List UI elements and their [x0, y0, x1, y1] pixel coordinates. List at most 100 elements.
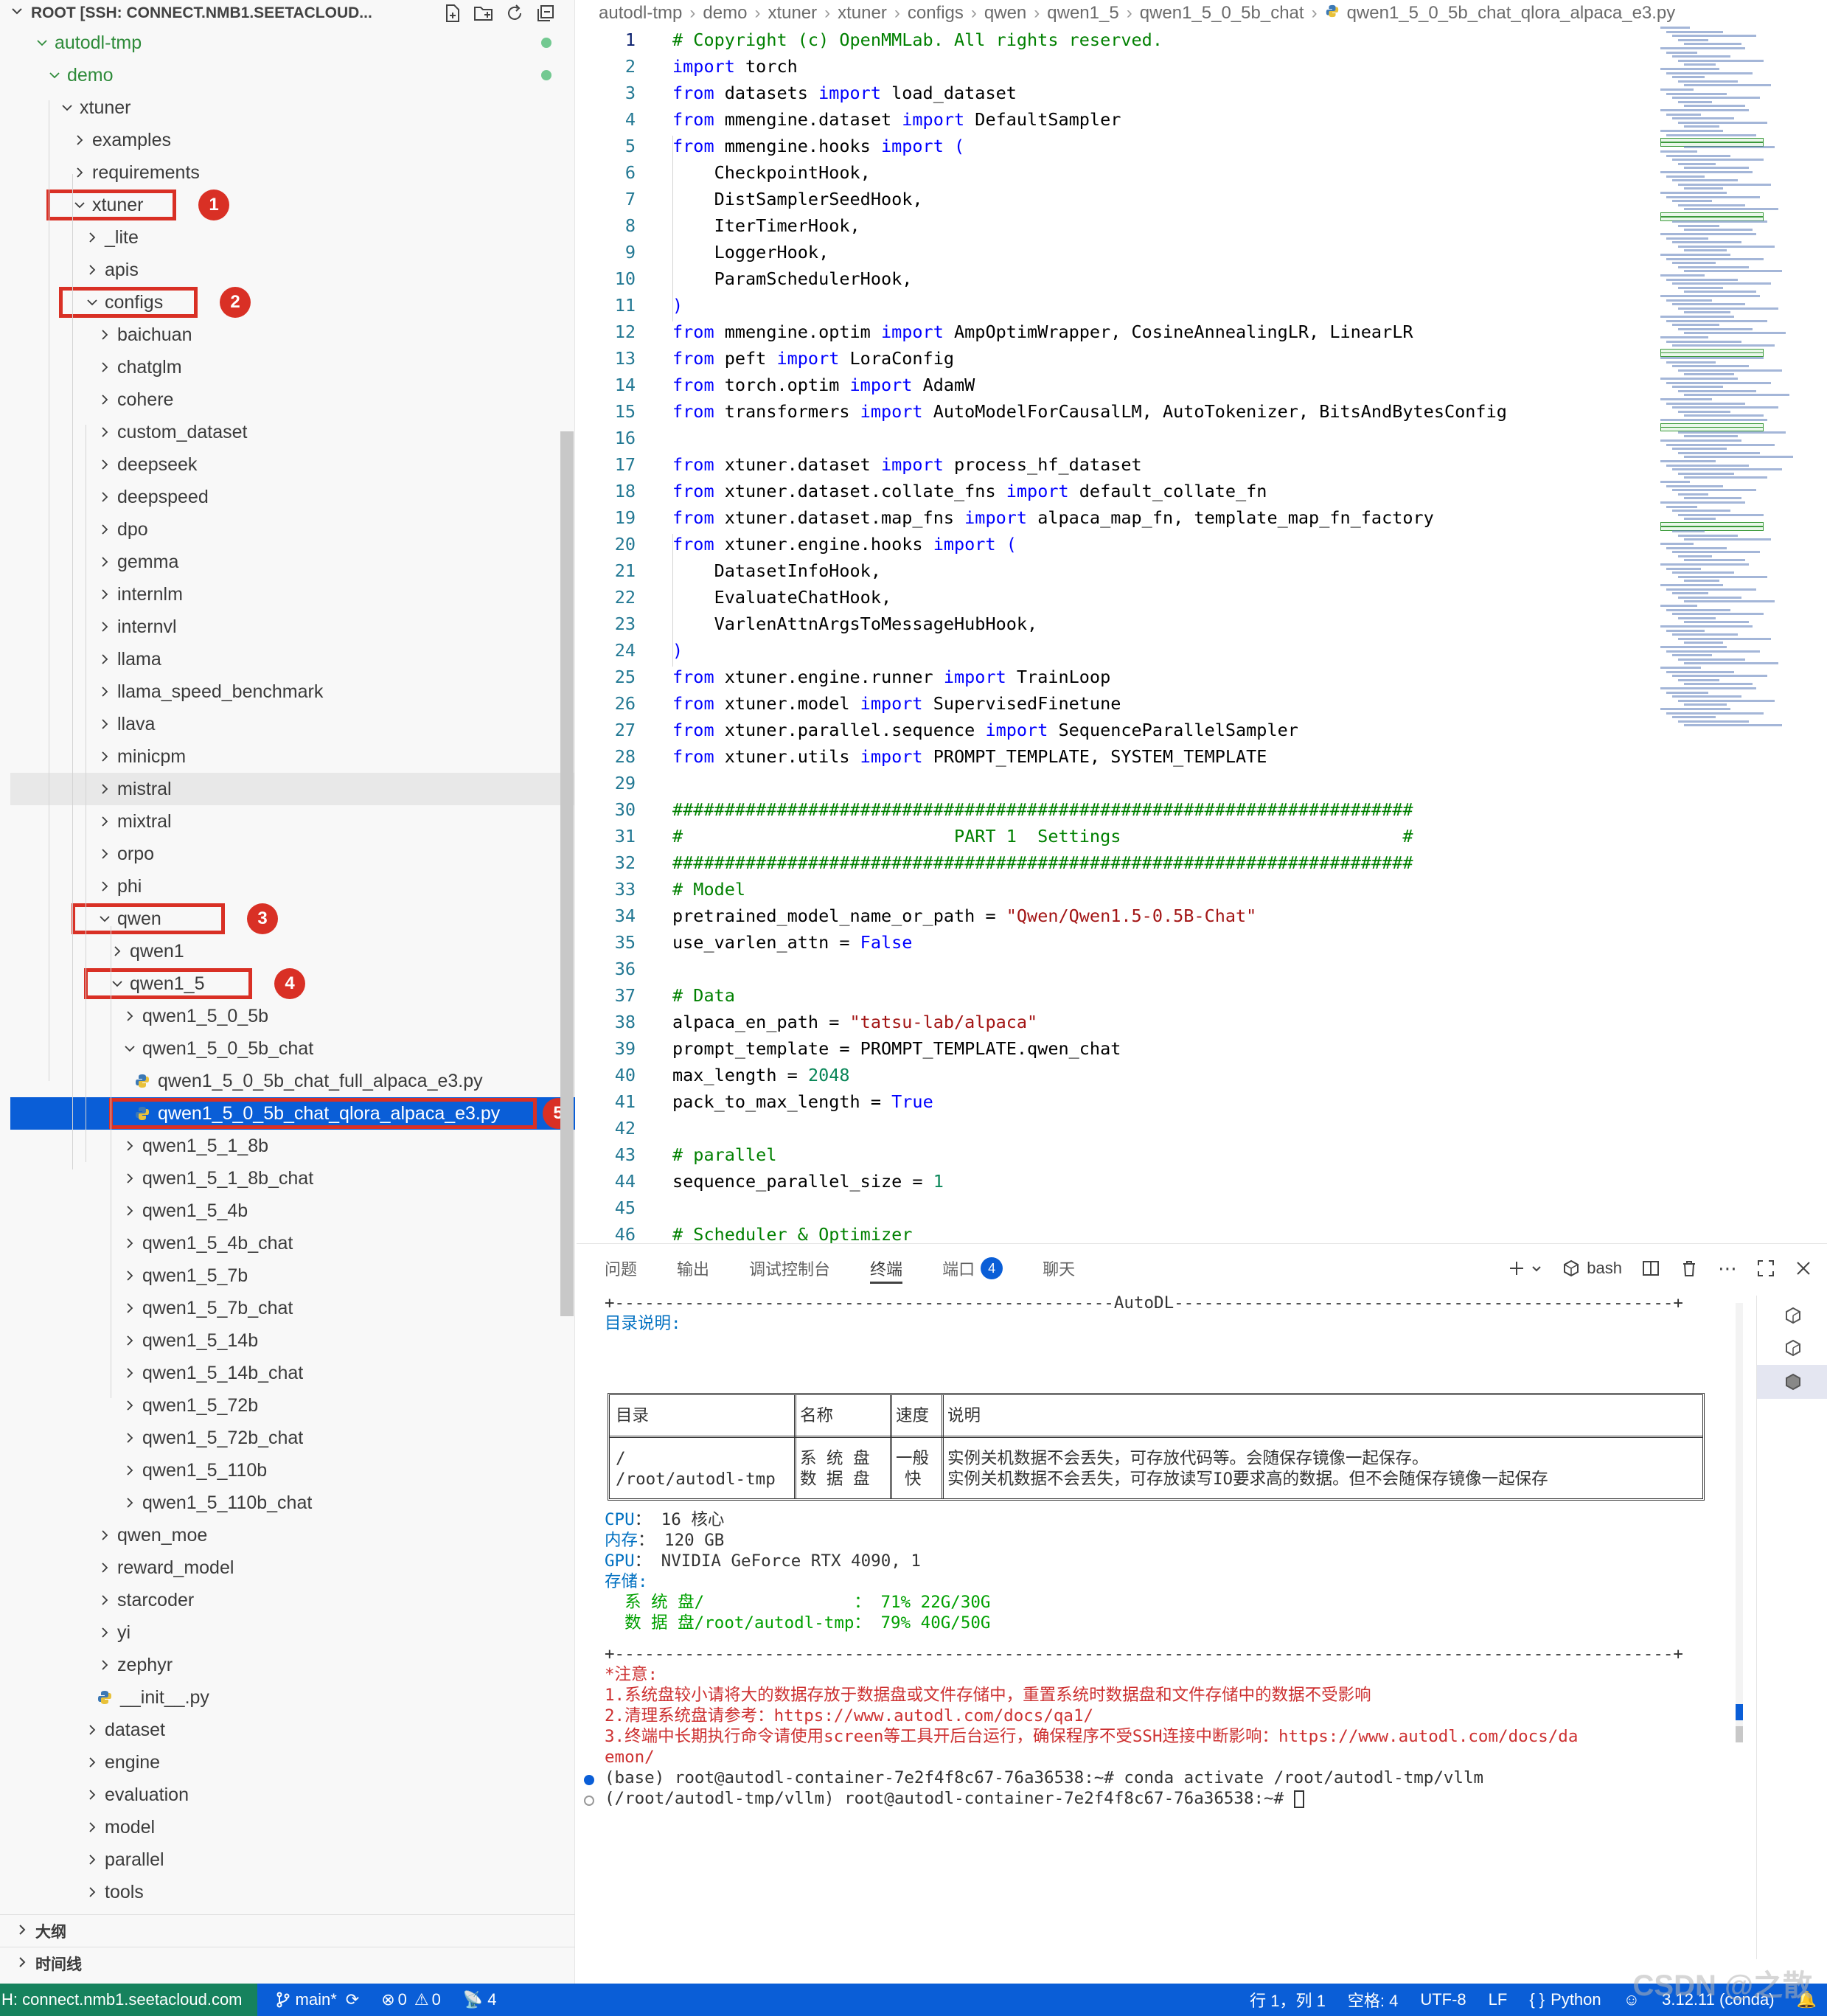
- sync-icon[interactable]: ⟳: [346, 1990, 359, 2009]
- tree-scrollbar[interactable]: [560, 431, 574, 1316]
- tree-folder[interactable]: mixtral: [10, 805, 575, 838]
- panel-tab[interactable]: 聊天: [1043, 1244, 1075, 1293]
- code-line[interactable]: 14 from torch.optim import AdamW: [577, 372, 1653, 398]
- code-line[interactable]: 13 from peft import LoraConfig: [577, 345, 1653, 372]
- tree-folder[interactable]: engine: [10, 1746, 575, 1779]
- tree-folder[interactable]: demo: [10, 59, 575, 91]
- tree-folder[interactable]: zephyr: [10, 1649, 575, 1681]
- breadcrumb-item[interactable]: qwen1_5_0_5b_chat: [1140, 3, 1304, 24]
- breadcrumb-item[interactable]: autodl-tmp: [599, 3, 682, 24]
- minimap[interactable]: [1660, 27, 1808, 749]
- code-line[interactable]: 19 from xtuner.dataset.map_fns import alp…: [577, 504, 1653, 531]
- tree-folder[interactable]: qwen1_5_4b: [10, 1195, 575, 1227]
- breadcrumb-item[interactable]: demo: [703, 3, 747, 24]
- terminal-shell-selector[interactable]: bash: [1562, 1259, 1622, 1278]
- tree-folder[interactable]: qwen1_5_1_8b_chat: [10, 1162, 575, 1195]
- code-line[interactable]: 15 from transformers import AutoModelForC…: [577, 398, 1653, 425]
- code-line[interactable]: 22 EvaluateChatHook,: [577, 584, 1653, 611]
- tree-folder[interactable]: tools: [10, 1876, 575, 1908]
- code-line[interactable]: 20 from xtuner.engine.hooks import (: [577, 531, 1653, 557]
- code-line[interactable]: 4 from mmengine.dataset import DefaultSam…: [577, 106, 1653, 133]
- tree-file[interactable]: qwen1_5_0_5b_chat_full_alpaca_e3.py: [10, 1065, 575, 1097]
- code-line[interactable]: 8 IterTimerHook,: [577, 212, 1653, 239]
- panel-tab[interactable]: 输出: [677, 1244, 709, 1293]
- command-success-dot[interactable]: [584, 1775, 594, 1785]
- code-line[interactable]: 35 use_varlen_attn = False: [577, 929, 1653, 956]
- remote-indicator[interactable]: H: connect.nmb1.seetacloud.com: [0, 1984, 257, 2016]
- tree-folder[interactable]: minicpm: [10, 740, 575, 773]
- tree-folder[interactable]: _lite: [10, 221, 575, 254]
- chevron-down-icon[interactable]: [10, 4, 24, 22]
- code-line[interactable]: 25 from xtuner.engine.runner import Train…: [577, 664, 1653, 690]
- code-line[interactable]: 10 ParamSchedulerHook,: [577, 265, 1653, 292]
- tree-folder[interactable]: qwen1_5_14b: [10, 1324, 575, 1357]
- code-line[interactable]: 39 prompt_template = PROMPT_TEMPLATE.qwen…: [577, 1035, 1653, 1062]
- explorer-root-title[interactable]: ROOT [SSH: CONNECT.NMB1.SEETACLOUD...: [31, 4, 435, 22]
- terminal-instance-icon[interactable]: [1784, 1338, 1803, 1361]
- code-line[interactable]: 1 # Copyright (c) OpenMMLab. All rights r…: [577, 27, 1653, 53]
- terminal-instance-icon[interactable]: [1784, 1306, 1803, 1329]
- tree-folder[interactable]: chatglm: [10, 351, 575, 383]
- tree-folder[interactable]: qwen1_5_7b_chat: [10, 1292, 575, 1324]
- tree-folder[interactable]: qwen1_5_7b: [10, 1259, 575, 1292]
- tree-folder[interactable]: qwen1_5_0_5b_chat: [10, 1032, 575, 1065]
- breadcrumb-item[interactable]: qwen1_5: [1047, 3, 1118, 24]
- code-line[interactable]: 12 from mmengine.optim import AmpOptimWra…: [577, 319, 1653, 345]
- tree-folder[interactable]: autodl-tmp: [10, 27, 575, 59]
- split-terminal-icon[interactable]: [1641, 1259, 1660, 1278]
- terminal-command-2[interactable]: (/root/autodl-tmp/vllm) root@autodl-cont…: [605, 1788, 1304, 1809]
- code-line[interactable]: 3 from datasets import load_dataset: [577, 80, 1653, 106]
- tree-folder[interactable]: parallel: [10, 1843, 575, 1876]
- tree-folder[interactable]: qwen1_5_1_8b: [10, 1130, 575, 1162]
- panel-tab[interactable]: 调试控制台: [749, 1244, 830, 1293]
- code-line[interactable]: 34 pretrained_model_name_or_path = "Qwen/…: [577, 903, 1653, 929]
- indentation[interactable]: 空格: 4: [1348, 1988, 1398, 2012]
- tree-folder[interactable]: qwen1_5_110b_chat: [10, 1487, 575, 1519]
- code-line[interactable]: 23 VarlenAttnArgsToMessageHubHook,: [577, 611, 1653, 637]
- code-line[interactable]: 26 from xtuner.model import SupervisedFin…: [577, 690, 1653, 717]
- tree-folder[interactable]: mistral: [10, 773, 575, 805]
- tree-folder[interactable]: phi: [10, 870, 575, 903]
- tree-folder[interactable]: internlm: [10, 578, 575, 611]
- tree-folder[interactable]: qwen1_5_0_5b: [10, 1000, 575, 1032]
- code-line[interactable]: 5 from mmengine.hooks import (: [577, 133, 1653, 159]
- code-line[interactable]: 17 from xtuner.dataset import process_hf_…: [577, 451, 1653, 478]
- code-line[interactable]: 21 DatasetInfoHook,: [577, 557, 1653, 584]
- code-line[interactable]: 30 ######################################…: [577, 796, 1653, 823]
- panel-tab[interactable]: 问题: [605, 1244, 637, 1293]
- code-line[interactable]: 2 import torch: [577, 53, 1653, 80]
- code-editor[interactable]: 1 # Copyright (c) OpenMMLab. All rights r…: [577, 27, 1827, 1243]
- tree-folder[interactable]: qwen1_5_110b: [10, 1454, 575, 1487]
- tree-folder[interactable]: model: [10, 1811, 575, 1843]
- trash-icon[interactable]: [1680, 1259, 1699, 1278]
- panel-tab[interactable]: 端口 4: [942, 1244, 1003, 1293]
- code-line[interactable]: 29: [577, 770, 1653, 796]
- code-line[interactable]: 38 alpaca_en_path = "tatsu-lab/alpaca": [577, 1009, 1653, 1035]
- code-line[interactable]: 40 max_length = 2048: [577, 1062, 1653, 1088]
- tree-folder[interactable]: cohere: [10, 383, 575, 416]
- tree-folder[interactable]: orpo: [10, 838, 575, 870]
- new-folder-icon[interactable]: [470, 2, 497, 24]
- cursor-position[interactable]: 行 1，列 1: [1250, 1988, 1326, 2012]
- tree-folder[interactable]: dataset: [10, 1714, 575, 1746]
- tree-folder[interactable]: llama_speed_benchmark: [10, 675, 575, 708]
- breadcrumb-item[interactable]: qwen1_5_0_5b_chat_qlora_alpaca_e3.py: [1347, 3, 1676, 24]
- tree-folder[interactable]: deepspeed: [10, 481, 575, 513]
- timeline-section[interactable]: 时间线: [0, 1947, 575, 1979]
- code-line[interactable]: 11): [577, 292, 1653, 319]
- breadcrumb-item[interactable]: xtuner: [768, 3, 817, 24]
- close-panel-icon[interactable]: [1795, 1259, 1812, 1277]
- code-line[interactable]: 33 # Model: [577, 876, 1653, 903]
- command-pending-dot[interactable]: [584, 1796, 594, 1806]
- tree-folder[interactable]: qwen1_5_14b_chat: [10, 1357, 575, 1389]
- code-line[interactable]: 28 from xtuner.utils import PROMPT_TEMPLA…: [577, 743, 1653, 770]
- code-line[interactable]: 16: [577, 425, 1653, 451]
- breadcrumb-item[interactable]: configs: [908, 3, 964, 24]
- language-mode[interactable]: { } Python: [1529, 1990, 1601, 2009]
- code-line[interactable]: 18 from xtuner.dataset.collate_fns import…: [577, 478, 1653, 504]
- tree-file[interactable]: __init__.py: [10, 1681, 575, 1714]
- collapse-all-icon[interactable]: [532, 2, 559, 24]
- tree-folder[interactable]: dpo: [10, 513, 575, 546]
- code-line[interactable]: 42: [577, 1115, 1653, 1141]
- code-line[interactable]: 9 LoggerHook,: [577, 239, 1653, 265]
